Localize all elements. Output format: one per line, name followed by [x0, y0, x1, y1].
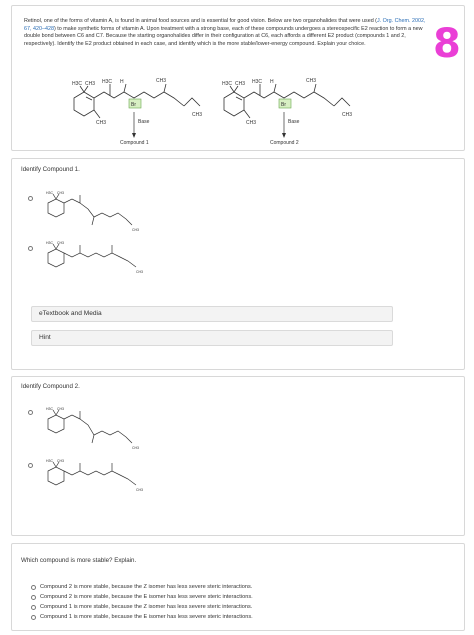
methyl-label: CH3: [246, 120, 256, 126]
hydrogen-label: H: [120, 79, 124, 85]
methoxy-label: CH3: [136, 270, 143, 274]
etextbook-media-button[interactable]: eTextbook and Media: [31, 306, 393, 322]
methyl-label: CH3: [96, 120, 106, 126]
methyl-label: H3C: [46, 241, 53, 245]
methyl-label: CH3: [306, 78, 316, 84]
structure-option-b: H3C CH3 CH3: [46, 241, 143, 274]
methoxy-label: CH3: [136, 488, 143, 492]
methoxy-label: CH3: [132, 228, 139, 232]
leaving-group-label: Br: [281, 102, 286, 108]
answer-radio[interactable]: [28, 246, 33, 251]
methyl-label: CH3: [57, 241, 64, 245]
question-card-stability: Which compound is more stable? Explain. …: [11, 543, 465, 631]
question-title: Identify Compound 1.: [21, 166, 80, 173]
answer-radio[interactable]: [28, 463, 33, 468]
methoxy-label: CH3: [342, 112, 352, 118]
methyl-label: H3C: [46, 459, 53, 463]
methyl-label: H3C: [252, 79, 262, 85]
structure-option-a: H3C CH3 CH3: [46, 191, 139, 232]
answer-radio[interactable]: [28, 196, 33, 201]
structure-option-a: H3C CH3 CH3: [46, 407, 139, 450]
option-radio[interactable]: [31, 615, 36, 620]
methyl-label: H3C: [46, 191, 53, 195]
methoxy-label: CH3: [132, 446, 139, 450]
methyl-label: CH3: [57, 407, 64, 411]
option-radio[interactable]: [31, 595, 36, 600]
option-label[interactable]: Compound 2 is more stable, because the Z…: [40, 584, 252, 590]
option-label[interactable]: Compound 1 is more stable, because the Z…: [40, 604, 252, 610]
methyl-label: CH3: [156, 78, 166, 84]
hydrogen-label: H: [270, 79, 274, 85]
problem-card: Retinol, one of the forms of vitamin A, …: [11, 5, 465, 151]
methyl-label: H3C: [222, 81, 232, 87]
methyl-label: H3C: [102, 79, 112, 85]
option-radio[interactable]: [31, 585, 36, 590]
option-label[interactable]: Compound 2 is more stable, because the E…: [40, 594, 253, 600]
reaction-scheme-left: Br H3C CH3 H3C H CH3 CH3 CH3 Base Compou…: [72, 78, 202, 146]
question-card-compound-1: Identify Compound 1. H3C CH3 CH3 H3C CH3…: [11, 158, 465, 370]
structure-option-b: H3C CH3 CH3: [46, 459, 143, 492]
methyl-label: CH3: [235, 81, 245, 87]
methyl-label: H3C: [46, 407, 53, 411]
reagent-label: Base: [138, 119, 150, 125]
methyl-label: CH3: [85, 81, 95, 87]
product-label: Compound 1: [120, 140, 149, 146]
question-number-badge: 8: [433, 21, 461, 67]
methyl-label: H3C: [72, 81, 82, 87]
hint-button[interactable]: Hint: [31, 330, 393, 346]
product-label: Compound 2: [270, 140, 299, 146]
answer-radio[interactable]: [28, 410, 33, 415]
problem-statement: Retinol, one of the forms of vitamin A, …: [24, 18, 426, 47]
question-title: Identify Compound 2.: [21, 383, 80, 390]
methyl-label: CH3: [57, 459, 64, 463]
leaving-group-label: Br: [131, 102, 136, 108]
reagent-label: Base: [288, 119, 300, 125]
reaction-scheme-right: Br H3C CH3 H3C H CH3 CH3 CH3 Base Compou…: [222, 78, 352, 146]
methoxy-label: CH3: [192, 112, 202, 118]
option-label[interactable]: Compound 1 is more stable, because the E…: [40, 614, 253, 620]
option-radio[interactable]: [31, 605, 36, 610]
question-card-compound-2: Identify Compound 2. H3C CH3 CH3 H3C CH3…: [11, 376, 465, 536]
question-title: Which compound is more stable? Explain.: [21, 557, 137, 564]
methyl-label: CH3: [57, 191, 64, 195]
